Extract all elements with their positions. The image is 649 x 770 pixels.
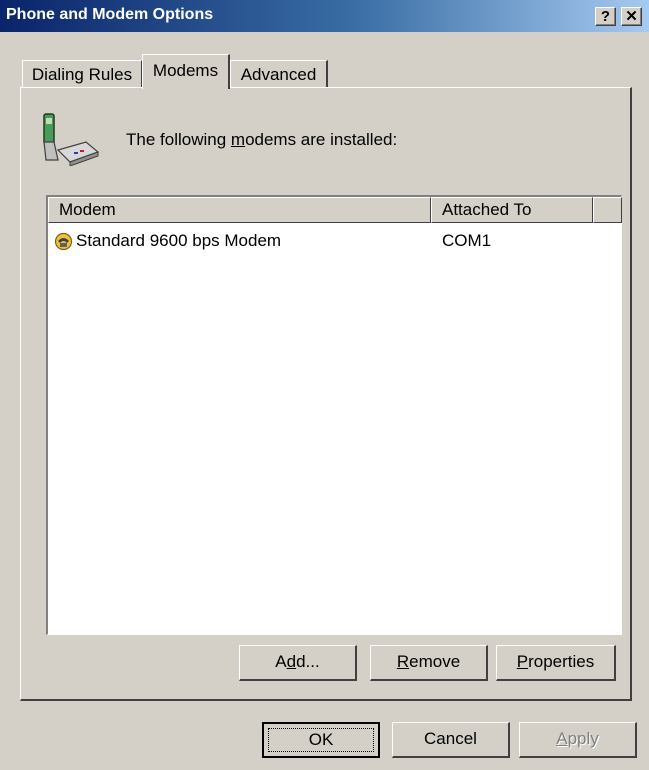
close-button[interactable]: ✕ — [621, 7, 642, 26]
column-header-attached-to[interactable]: Attached To — [431, 197, 593, 223]
title-bar: Phone and Modem Options ? ✕ — [0, 0, 649, 32]
properties-button[interactable]: Properties — [496, 645, 616, 681]
phone-modem-icon — [43, 113, 100, 166]
apply-button[interactable]: Apply — [519, 722, 637, 758]
add-label-post: d... — [296, 652, 320, 671]
tab-modems[interactable]: Modems — [142, 54, 230, 89]
modem-icon — [54, 232, 73, 251]
add-label-pre: A — [275, 652, 287, 671]
cancel-label: Cancel — [424, 729, 477, 748]
window-title: Phone and Modem Options — [6, 6, 214, 23]
properties-label-post: roperties — [528, 652, 595, 671]
focus-rectangle — [268, 728, 374, 752]
column-header-modem[interactable]: Modem — [48, 197, 431, 223]
help-button[interactable]: ? — [595, 7, 616, 26]
apply-label-accel: A — [556, 729, 568, 748]
ok-button[interactable]: OK — [262, 722, 380, 758]
remove-button[interactable]: Remove — [370, 645, 488, 681]
add-button[interactable]: Add... — [239, 645, 357, 681]
remove-label-accel: R — [396, 652, 410, 671]
tab-dialing-rules[interactable]: Dialing Rules — [22, 60, 142, 88]
modem-name: Standard 9600 bps Modem — [76, 231, 282, 250]
cancel-button[interactable]: Cancel — [392, 722, 510, 758]
modems-intro-text: The following modems are installed: — [126, 130, 397, 150]
column-header-spacer — [593, 197, 622, 223]
modem-attached-to: COM1 — [442, 231, 492, 250]
table-row[interactable]: Standard 9600 bps Modem COM1 — [52, 230, 612, 252]
add-label-accel: d — [286, 652, 297, 671]
intro-text-accel: m — [230, 130, 246, 149]
intro-text-pre: The following — [126, 130, 231, 149]
apply-label-post: pply — [567, 729, 599, 748]
tab-advanced[interactable]: Advanced — [230, 60, 328, 88]
remove-label-post: emove — [409, 652, 461, 671]
intro-text-post: odems are installed: — [245, 130, 398, 149]
properties-label-accel: P — [516, 652, 529, 671]
modem-list[interactable]: Modem Attached To Standard 9600 bps Mode… — [46, 195, 622, 635]
